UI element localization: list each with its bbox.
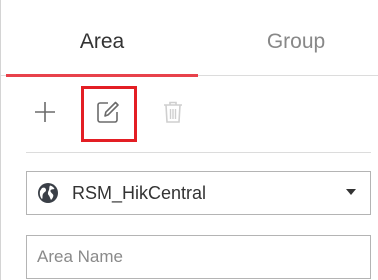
add-button[interactable] [25,92,65,132]
site-select-value: RSM_HikCentral [72,183,207,203]
area-name-input[interactable] [26,235,371,279]
tab-area-label: Area [79,30,125,53]
active-tab-indicator [6,74,198,77]
tab-bar: Area Group [1,0,378,77]
plus-icon [35,102,55,122]
tab-group-label: Group [266,30,326,53]
site-select[interactable]: RSM_HikCentral [26,171,371,215]
tab-area[interactable]: Area [6,30,198,76]
edit-button[interactable] [88,92,128,132]
tab-group[interactable]: Group [201,30,378,76]
trash-icon [164,101,182,123]
edit-icon [97,101,119,123]
toolbar-divider [26,152,371,153]
chevron-down-icon[interactable] [346,189,356,195]
area-panel: Area Group RSM_HikCentral Area Name [0,0,378,280]
globe-icon [38,183,58,203]
delete-button[interactable] [153,92,193,132]
